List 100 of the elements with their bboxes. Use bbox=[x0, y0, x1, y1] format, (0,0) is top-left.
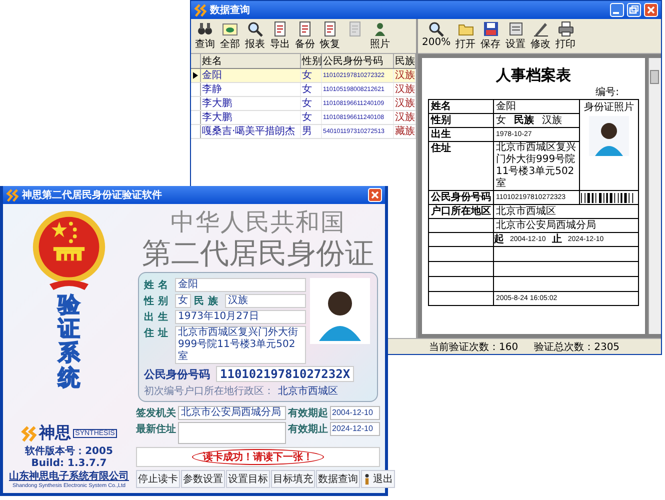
logo-icon bbox=[21, 424, 38, 442]
field-label: 民族 bbox=[194, 294, 222, 308]
table-cell: 女 bbox=[301, 97, 322, 110]
version-text: 软件版本号：2005 bbox=[25, 444, 113, 458]
side-title: 验证系统 bbox=[58, 294, 80, 391]
toolbar-button[interactable]: 打印 bbox=[554, 21, 578, 51]
window-title: 数据查询 bbox=[210, 4, 250, 17]
field-label: 出生 bbox=[144, 310, 172, 324]
field-label: 最新住址 bbox=[136, 422, 176, 436]
printer-icon bbox=[558, 21, 574, 37]
toolbar-button[interactable]: 导出 bbox=[268, 21, 292, 51]
restore-icon[interactable] bbox=[627, 3, 641, 17]
table-cell: 藏族 bbox=[394, 125, 416, 138]
toolbar-button[interactable]: 恢复 bbox=[318, 21, 342, 51]
gender-field[interactable]: 女 bbox=[175, 294, 191, 308]
status-text: 验证总次数：2305 bbox=[534, 340, 620, 354]
company-name: 山东神思电子系统有限公司 bbox=[9, 469, 129, 483]
birth-field[interactable]: 1973年10月27日 bbox=[175, 310, 306, 324]
photo-placeholder bbox=[589, 116, 629, 156]
valid-from-field[interactable]: 2004-12-10 bbox=[330, 406, 380, 420]
document-label: 姓名 bbox=[429, 100, 493, 113]
close-icon[interactable] bbox=[644, 3, 658, 17]
toolbar-button[interactable]: 200% bbox=[420, 21, 453, 51]
field-label: 签发机关 bbox=[136, 406, 176, 420]
id-number-field[interactable]: 11010219781027232X bbox=[216, 366, 354, 382]
column-header[interactable]: 姓名 bbox=[201, 54, 301, 68]
table-cell: 李静 bbox=[201, 83, 301, 96]
field-label: 公民身份号码 bbox=[144, 366, 210, 382]
valid-to-field[interactable]: 2024-12-10 bbox=[330, 422, 380, 436]
document-label: 止 bbox=[552, 233, 562, 246]
window-title: 神思第二代居民身份证验证软件 bbox=[22, 188, 162, 202]
document-label: 编号: bbox=[596, 86, 619, 99]
field-label: 性别 bbox=[144, 294, 172, 308]
document-icon bbox=[272, 21, 288, 37]
logo-icon bbox=[6, 188, 19, 202]
table-cell: 汉族 bbox=[394, 111, 416, 124]
region-text: 北京市西城区 bbox=[278, 384, 338, 398]
document-label: 民族 bbox=[513, 114, 535, 127]
logo-icon bbox=[194, 4, 207, 16]
address-field[interactable]: 北京市西城区复兴门外大街999号院11号楼3单元502室 bbox=[175, 326, 306, 364]
minimize-icon[interactable] bbox=[610, 3, 624, 17]
table-cell: 女 bbox=[301, 83, 322, 96]
toolbar-button[interactable]: 设置 bbox=[504, 21, 528, 51]
document-label: 住址 bbox=[429, 142, 493, 190]
document-icon bbox=[297, 21, 313, 37]
table-cell: 男 bbox=[301, 125, 322, 138]
table-cell: 汉族 bbox=[394, 83, 416, 96]
document-icon bbox=[508, 21, 524, 37]
ethnicity-field[interactable]: 汉族 bbox=[225, 294, 306, 308]
toolbar-button[interactable]: 全部 bbox=[218, 21, 242, 51]
toolbar-button[interactable]: 照片 bbox=[368, 21, 392, 51]
toolbar-button[interactable]: 查询 bbox=[193, 21, 217, 51]
field-label: 姓名 bbox=[144, 278, 172, 292]
document-label: 身份证照片 bbox=[584, 101, 634, 114]
toolbar-button[interactable]: 报表 bbox=[243, 21, 267, 51]
table-cell: 女 bbox=[301, 69, 322, 82]
table-cell: 汉族 bbox=[394, 69, 416, 82]
action-button[interactable]: 目标填充 bbox=[271, 470, 315, 488]
action-button[interactable]: 退出 bbox=[361, 470, 395, 488]
heading: 第二代居民身份证 bbox=[141, 236, 375, 270]
row-pointer-icon bbox=[193, 72, 198, 79]
name-field[interactable]: 金阳 bbox=[175, 278, 306, 292]
table-cell: 金阳 bbox=[201, 69, 301, 82]
document-label: 出生 bbox=[429, 128, 493, 141]
document-value: 金阳 bbox=[494, 100, 579, 113]
photo-placeholder bbox=[310, 278, 370, 344]
authority-field[interactable]: 北京市公安局西城分局 bbox=[178, 406, 286, 420]
document-value: 女 bbox=[495, 114, 507, 127]
latest-address-field[interactable] bbox=[178, 422, 286, 444]
field-label: 有效期止 bbox=[288, 422, 328, 436]
document-label: 户口所在地区 bbox=[429, 205, 493, 218]
document-value: 北京市公安局西城分局 bbox=[494, 219, 638, 232]
person-icon bbox=[372, 21, 388, 37]
action-button[interactable]: 参数设置 bbox=[181, 470, 225, 488]
person-icon bbox=[363, 473, 371, 485]
column-header[interactable]: 民族 bbox=[394, 54, 416, 68]
action-button[interactable]: 数据查询 bbox=[316, 470, 360, 488]
table-cell: 女 bbox=[301, 111, 322, 124]
column-header[interactable]: 性别 bbox=[301, 54, 322, 68]
field-label: 初次编号户口所在地行政区： bbox=[144, 384, 274, 398]
heading: 中华人民共和国 bbox=[170, 208, 346, 236]
pen-icon bbox=[532, 21, 549, 37]
action-button[interactable]: 设置目标 bbox=[226, 470, 270, 488]
toolbar-button[interactable]: 修改 bbox=[528, 21, 553, 51]
close-icon[interactable] bbox=[368, 188, 382, 202]
document-title: 人事档案表 bbox=[494, 66, 572, 85]
scrollbar[interactable] bbox=[648, 58, 661, 334]
magnifier-icon bbox=[428, 21, 444, 37]
toolbar-button[interactable]: 保存 bbox=[478, 21, 503, 51]
table-cell: 李大鹏 bbox=[201, 97, 301, 110]
barcode bbox=[581, 192, 635, 202]
toolbar-button[interactable]: 打开 bbox=[454, 21, 478, 51]
logo-text: 神思 bbox=[39, 423, 72, 444]
field-label: 住址 bbox=[144, 326, 172, 340]
table-cell: 嘎桑吉·噶美平措朗杰 bbox=[201, 125, 301, 138]
status-message: 读卡成功！请读下一张！ bbox=[192, 449, 324, 465]
action-button[interactable]: 停止读卡 bbox=[136, 470, 180, 488]
toolbar-button[interactable]: 备份 bbox=[293, 21, 317, 51]
binoculars-icon bbox=[197, 21, 213, 37]
column-header[interactable]: 公民身份号码 bbox=[322, 54, 394, 68]
